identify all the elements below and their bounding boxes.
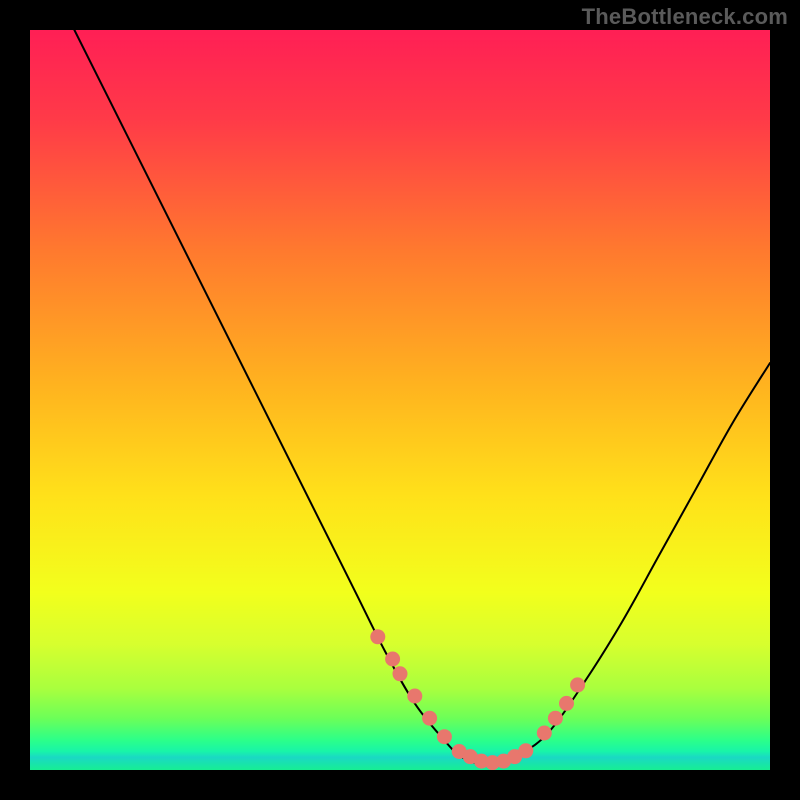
watermark-text: TheBottleneck.com [582, 4, 788, 30]
marker-dot [559, 696, 574, 711]
marker-dot [385, 652, 400, 667]
marker-dot [537, 726, 552, 741]
marker-dot [518, 743, 533, 758]
marker-dot [370, 629, 385, 644]
marker-dot [393, 666, 408, 681]
marker-dot [570, 677, 585, 692]
marker-dot [437, 729, 452, 744]
marker-dot [407, 689, 422, 704]
marker-dot [422, 711, 437, 726]
marker-dot [548, 711, 563, 726]
bottleneck-chart [30, 30, 770, 770]
